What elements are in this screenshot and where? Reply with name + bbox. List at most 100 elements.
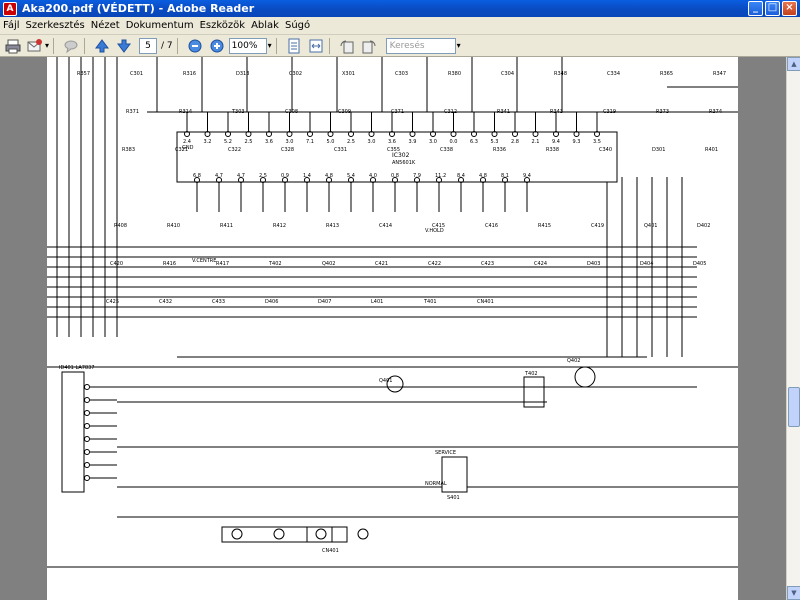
component-label: C355: [387, 147, 400, 153]
pin-voltage-top: 2.5: [245, 139, 253, 145]
maximize-button[interactable]: □: [765, 1, 780, 16]
toolbar: ▾ 5 / 7 100% ▾ Keresés ▾: [0, 35, 800, 57]
menu-window[interactable]: Ablak: [248, 20, 282, 31]
pin-voltage-bottom: 11.2: [435, 173, 446, 179]
rotate-cw-icon[interactable]: [360, 37, 378, 55]
pin-voltage-top: 3.2: [204, 139, 212, 145]
menu-document[interactable]: Dokumentum: [123, 20, 197, 31]
toolbar-separator: [176, 37, 178, 54]
pin-voltage-top: 5.2: [224, 139, 232, 145]
pin-voltage-bottom: 8.4: [457, 173, 465, 179]
comment-icon[interactable]: [62, 37, 80, 55]
pin-voltage-bottom: 4.0: [369, 173, 377, 179]
component-label: C421: [375, 261, 388, 267]
email-icon[interactable]: [26, 37, 44, 55]
component-label: C419: [591, 223, 604, 229]
scroll-down-icon[interactable]: ▼: [787, 586, 800, 600]
zoom-level-field[interactable]: 100%: [228, 37, 267, 54]
component-label: R347: [713, 71, 726, 77]
component-label: C340: [599, 147, 612, 153]
scrollbar-thumb[interactable]: [788, 387, 800, 427]
component-label: R416: [163, 261, 176, 267]
fit-width-icon[interactable]: [307, 37, 325, 55]
component-label: R341: [497, 109, 510, 115]
pdf-page: IC302 AN5601K 2.4 3.2 5.2 2.5 3.6 3.0 7.1 5.0 2.5 3…: [47, 57, 738, 600]
component-label: R314: [179, 109, 192, 115]
title-bar: A Aka200.pdf (VÉDETT) - Adobe Reader _ □…: [0, 0, 800, 17]
pin-voltage-top: 3.0: [286, 139, 294, 145]
close-button[interactable]: ×: [782, 1, 797, 16]
pin-voltage-top: 2.5: [347, 139, 355, 145]
component-label: D404: [640, 261, 653, 267]
menu-file[interactable]: Fájl: [0, 20, 23, 31]
chevron-down-icon[interactable]: ▾: [45, 41, 49, 50]
zoom-in-icon[interactable]: [208, 37, 226, 55]
rotate-ccw-icon[interactable]: [338, 37, 356, 55]
pdf-icon: A: [3, 1, 17, 16]
pin-voltage-bottom: 0.9: [281, 173, 289, 179]
vertical-scrollbar[interactable]: ▲ ▼: [786, 57, 800, 600]
pin-voltage-bottom: 2.5: [259, 173, 267, 179]
menu-view[interactable]: Nézet: [88, 20, 123, 31]
component-label: R374: [709, 109, 722, 115]
component-label: C433: [212, 299, 225, 305]
toolbar-separator: [53, 37, 55, 54]
component-label: R415: [538, 223, 551, 229]
print-icon[interactable]: [4, 37, 22, 55]
pin-voltage-top: 3.6: [388, 139, 396, 145]
previous-page-icon[interactable]: [93, 37, 111, 55]
component-label: C304: [501, 71, 514, 77]
component-label: R413: [326, 223, 339, 229]
pin-voltage-top: 3.9: [409, 139, 417, 145]
pin-voltage-top: 3.6: [265, 139, 273, 145]
circuit-schematic: IC302AN5601K2.4 3.2 5.2 2.5 3.6 3.0 7.1 5.0 2.5 3…: [47, 57, 738, 568]
pin-voltage-top: 6.3: [470, 139, 478, 145]
component-label: R373: [656, 109, 669, 115]
ic302-chip: IC302AN5601K2.4 3.2 5.2 2.5 3.6 3.0 7.1 5.0 2.5 3…: [176, 131, 618, 183]
page-number-input[interactable]: 5: [139, 37, 158, 54]
pin-voltage-bottom: 5.4: [347, 173, 355, 179]
toolbar-separator: [328, 37, 330, 54]
document-viewport[interactable]: IC302 AN5601K 2.4 3.2 5.2 2.5 3.6 3.0 7.1 5.0 2.5 3…: [0, 57, 786, 600]
component-label: R336: [493, 147, 506, 153]
component-label: R401: [705, 147, 718, 153]
component-label: C301: [130, 71, 143, 77]
component-label: Q401: [644, 223, 657, 229]
component-label: R383: [122, 147, 135, 153]
component-label: L401: [371, 299, 383, 305]
toolbar-separator: [84, 37, 86, 54]
component-label: CN401: [477, 299, 494, 305]
search-input[interactable]: Keresés: [385, 37, 456, 54]
menu-edit[interactable]: Szerkesztés: [23, 20, 88, 31]
component-label: R417: [216, 261, 229, 267]
zoom-dropdown-icon[interactable]: ▾: [268, 41, 272, 50]
menu-help[interactable]: Súgó: [282, 20, 313, 31]
pin-voltage-bottom: 4.7: [215, 173, 223, 179]
pin-voltage-bottom: 0.8: [391, 173, 399, 179]
search-dropdown-icon[interactable]: ▾: [457, 41, 461, 50]
window-title: Aka200.pdf (VÉDETT) - Adobe Reader: [22, 2, 255, 15]
menu-tools[interactable]: Eszközök: [197, 20, 249, 31]
component-label: C420: [110, 261, 123, 267]
fit-page-icon[interactable]: [285, 37, 303, 55]
next-page-icon[interactable]: [115, 37, 133, 55]
component-label: D402: [697, 223, 710, 229]
component-label: T401: [423, 299, 437, 305]
pin-voltage-top: 2.8: [511, 139, 519, 145]
component-label: C338: [440, 147, 453, 153]
component-label: C302: [289, 71, 302, 77]
component-label: C425: [106, 299, 119, 305]
switch-label: S401: [447, 495, 460, 501]
component-label: C308: [285, 109, 298, 115]
component-label: R316: [183, 71, 196, 77]
pin-voltage-top: 0.0: [450, 139, 458, 145]
component-label: D407: [318, 299, 331, 305]
component-label: R365: [660, 71, 673, 77]
pin-voltage-bottom: 8.1: [501, 173, 509, 179]
zoom-out-icon[interactable]: [186, 37, 204, 55]
pin-voltage-top: 5.0: [327, 139, 335, 145]
scroll-up-icon[interactable]: ▲: [787, 57, 800, 71]
component-label: D301: [652, 147, 665, 153]
minimize-button[interactable]: _: [748, 1, 763, 16]
pin-voltage-bottom: 9.4: [523, 173, 531, 179]
